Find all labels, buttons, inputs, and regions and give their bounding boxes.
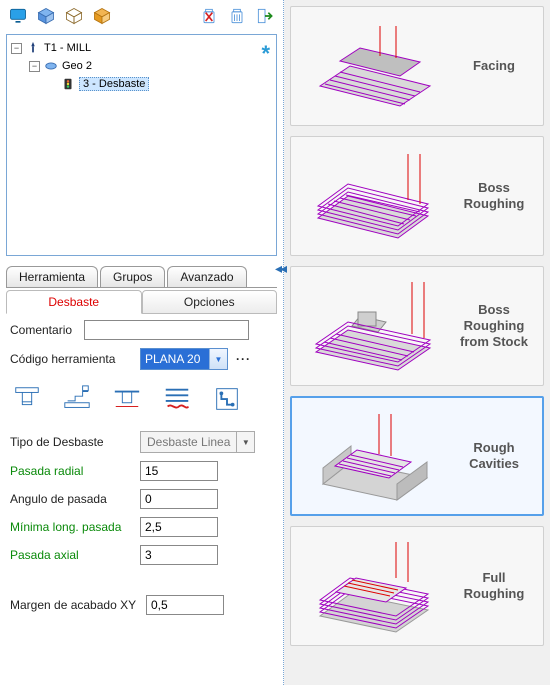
tree-op-row[interactable]: 3 - Desbaste — [11, 75, 272, 93]
boss-roughing-stock-thumb-icon — [295, 271, 445, 381]
margen-xy-label: Margen de acabado XY — [10, 598, 146, 612]
min-long-input[interactable] — [140, 517, 218, 537]
tree-collapse-icon[interactable]: − — [11, 43, 22, 54]
step-strategy-icon[interactable] — [62, 384, 92, 417]
op-card-label: Boss Roughing — [449, 180, 539, 213]
min-long-label: Mínima long. pasada — [10, 520, 140, 534]
path-link-icon[interactable] — [212, 384, 242, 417]
traffic-light-icon — [61, 77, 75, 91]
codigo-value: PLANA 20 — [141, 349, 209, 369]
toolbar-cube-blue-icon[interactable] — [34, 4, 58, 28]
tree-collapse-icon[interactable]: − — [29, 61, 40, 72]
tree-star-icon: * — [261, 41, 270, 67]
profile-top-icon[interactable] — [112, 384, 142, 417]
tree-op-label: 3 - Desbaste — [79, 77, 149, 91]
operation-gallery: Facing Boss Roughing — [284, 0, 550, 685]
facing-thumb-icon — [295, 11, 445, 121]
comentario-input[interactable] — [84, 320, 249, 340]
angulo-input[interactable] — [140, 489, 218, 509]
op-card-rough-cavities[interactable]: Rough Cavities — [290, 396, 544, 516]
op-card-label: Rough Cavities — [450, 440, 538, 473]
toolbar-monitor-icon[interactable] — [6, 4, 30, 28]
pasada-axial-label: Pasada axial — [10, 548, 140, 562]
rough-cavities-thumb-icon — [296, 402, 446, 510]
pin-icon — [26, 41, 40, 55]
tree-root-label: T1 - MILL — [44, 42, 91, 54]
tree-geo-row[interactable]: − Geo 2 — [11, 57, 272, 75]
lines-red-icon[interactable] — [162, 384, 192, 417]
boss-roughing-thumb-icon — [295, 141, 445, 251]
op-card-boss-roughing[interactable]: Boss Roughing — [290, 136, 544, 256]
pasada-axial-input[interactable] — [140, 545, 218, 565]
op-card-label: Full Roughing — [449, 570, 539, 603]
toolbar-trash-icon[interactable] — [225, 4, 249, 28]
margen-xy-input[interactable] — [146, 595, 224, 615]
tab-desbaste[interactable]: Desbaste — [6, 290, 142, 314]
tool-profile-a-icon[interactable] — [12, 384, 42, 417]
codigo-select[interactable]: PLANA 20 ▼ — [140, 348, 228, 370]
tabs-expand-icon[interactable]: ◂◂ — [275, 260, 285, 277]
op-card-facing[interactable]: Facing — [290, 6, 544, 126]
tab-avanzado[interactable]: Avanzado — [167, 266, 246, 287]
chevron-down-icon[interactable]: ▼ — [236, 432, 254, 452]
toolbar-cube-orange-icon[interactable] — [90, 4, 114, 28]
pasada-radial-input[interactable] — [140, 461, 218, 481]
tree-geo-label: Geo 2 — [62, 60, 92, 72]
operation-tree[interactable]: * − T1 - MILL − Geo 2 3 - Desbaste — [6, 34, 277, 256]
tab-opciones[interactable]: Opciones — [142, 290, 278, 314]
toolbar-exit-icon[interactable] — [253, 4, 277, 28]
tipo-label: Tipo de Desbaste — [10, 435, 140, 449]
codigo-label: Código herramienta — [10, 352, 140, 366]
tab-grupos[interactable]: Grupos — [100, 266, 165, 287]
comentario-label: Comentario — [10, 323, 84, 337]
tipo-select[interactable]: Desbaste Linea ▼ — [140, 431, 255, 453]
op-card-label: Facing — [449, 58, 539, 74]
tree-root-row[interactable]: − T1 - MILL — [11, 39, 272, 57]
codigo-more-button[interactable]: ··· — [236, 352, 251, 366]
tabs-upper: Herramienta Grupos Avanzado — [0, 266, 283, 287]
surface-icon — [44, 59, 58, 73]
chevron-down-icon[interactable]: ▼ — [209, 349, 227, 369]
full-roughing-thumb-icon — [295, 531, 445, 641]
op-card-label: Boss Roughing from Stock — [449, 302, 539, 351]
toolbar-delete-red-icon[interactable] — [197, 4, 221, 28]
main-toolbar — [0, 0, 283, 32]
toolbar-cube-wire-icon[interactable] — [62, 4, 86, 28]
tipo-value: Desbaste Linea — [141, 435, 236, 449]
tab-herramienta[interactable]: Herramienta — [6, 266, 98, 287]
angulo-label: Angulo de pasada — [10, 492, 140, 506]
op-card-boss-roughing-stock[interactable]: Boss Roughing from Stock — [290, 266, 544, 386]
pasada-radial-label: Pasada radial — [10, 464, 140, 478]
op-card-full-roughing[interactable]: Full Roughing — [290, 526, 544, 646]
strategy-icon-strip — [10, 378, 273, 431]
tabs-lower: Desbaste Opciones — [6, 290, 277, 314]
form-panel: Comentario Código herramienta PLANA 20 ▼… — [0, 314, 283, 685]
